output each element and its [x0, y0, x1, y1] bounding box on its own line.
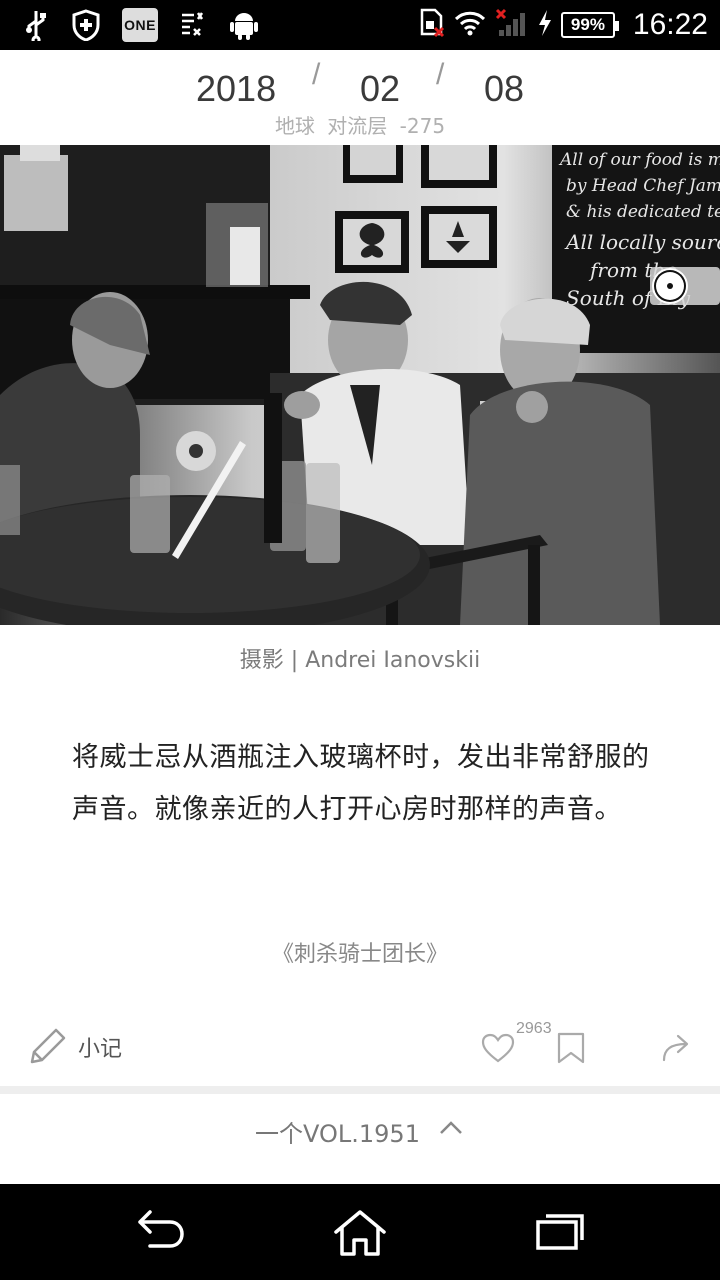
heart-icon — [480, 1033, 516, 1068]
note-button[interactable]: 小记 — [28, 1024, 122, 1070]
date-header: 2018 / 02 / 08 地球 对流层 -275 — [0, 50, 720, 145]
daily-quote: 将威士忌从酒瓶注入玻璃杯时，发出非常舒服的声音。就像亲近的人打开心房时那样的声音… — [72, 742, 650, 825]
recents-button[interactable] — [534, 1208, 586, 1256]
recents-icon — [534, 1214, 586, 1256]
share-icon — [660, 1034, 692, 1068]
location-layer: 对流层 — [327, 114, 388, 138]
home-icon — [332, 1210, 388, 1262]
featured-photo[interactable]: All of our food is made by Head Chef Jam… — [0, 145, 720, 625]
clock: 16:22 — [632, 8, 708, 41]
signal-icon — [495, 8, 529, 42]
location-planet: 地球 — [274, 114, 315, 138]
chalkboard-line: & his dedicated team — [566, 202, 720, 222]
action-bar: 小记 2963 — [0, 1010, 720, 1084]
date-day: 08 — [484, 68, 525, 109]
bookmark-button[interactable] — [556, 1032, 586, 1068]
wifi-icon — [453, 9, 487, 41]
date: 2018 / 02 / 08 — [0, 58, 720, 112]
android-icon — [230, 9, 258, 41]
like-button[interactable] — [480, 1032, 516, 1068]
sim-icon — [419, 8, 445, 42]
system-status: 99% 16:22 — [419, 6, 708, 44]
one-app-badge: ONE — [122, 8, 158, 42]
date-separator: / — [312, 58, 321, 91]
photo-credit: 摄影 | Andrei Ianovskii — [239, 648, 481, 673]
chalkboard-line: All locally sourced — [564, 230, 720, 254]
back-icon — [136, 1210, 186, 1256]
charging-icon — [537, 9, 553, 41]
location-temperature: -275 — [399, 114, 446, 138]
date-separator: / — [436, 58, 445, 91]
divider — [0, 1086, 720, 1094]
home-button[interactable] — [332, 1208, 388, 1262]
back-button[interactable] — [136, 1208, 186, 1256]
shield-icon — [72, 9, 100, 41]
chalkboard-line: by Head Chef James — [566, 176, 720, 196]
usb-icon — [22, 9, 50, 41]
volume-label: 一个VOL.1951 — [255, 1120, 420, 1148]
chalkboard-line: All of our food is made — [558, 150, 720, 170]
notification-icons: ONE — [22, 8, 258, 42]
screen: ONE 99% 16:22 2018 / 02 / 08 地球 对流层 -275… — [0, 0, 720, 1280]
like-count: 2963 — [516, 1020, 552, 1037]
quote-source[interactable]: 《刺杀骑士团长》 — [0, 936, 720, 968]
date-year: 2018 — [196, 68, 277, 109]
bookmark-icon — [556, 1032, 586, 1068]
share-button[interactable] — [660, 1032, 692, 1068]
battery-indicator: 99% — [560, 12, 619, 38]
note-label: 小记 — [78, 1037, 123, 1062]
chevron-up-icon — [438, 1118, 464, 1142]
task-list-icon — [180, 9, 208, 41]
status-bar: ONE 99% 16:22 — [0, 0, 720, 50]
volume-bar[interactable]: 一个VOL.1951 — [0, 1094, 720, 1184]
navigation-bar — [0, 1184, 720, 1280]
date-month: 02 — [360, 68, 401, 109]
weather-location: 地球 对流层 -275 — [0, 110, 720, 139]
pencil-icon — [28, 1024, 70, 1070]
